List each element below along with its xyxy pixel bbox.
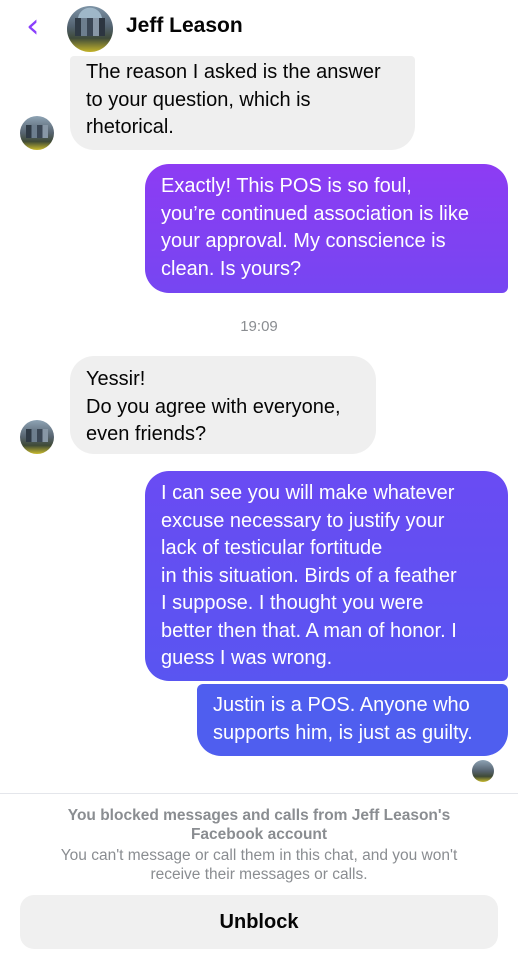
back-chevron-icon[interactable]: ‹ <box>26 9 50 43</box>
contact-avatar[interactable] <box>67 6 113 52</box>
sender-avatar <box>20 420 54 454</box>
outgoing-message[interactable]: Exactly! This POS is so foul, you’re con… <box>145 164 508 293</box>
blocked-notice-subtitle: You can't message or call them in this c… <box>60 847 458 883</box>
incoming-message[interactable]: The reason I asked is the answer to your… <box>70 56 415 150</box>
outgoing-message[interactable]: I can see you will make whatever excuse … <box>145 471 508 681</box>
outgoing-message[interactable]: Justin is a POS. Anyone who supports him… <box>197 684 508 756</box>
sender-avatar <box>20 116 54 150</box>
divider <box>0 793 518 794</box>
chat-header: ‹ Jeff Leason <box>0 0 518 56</box>
contact-name[interactable]: Jeff Leason <box>126 14 243 38</box>
read-receipt-avatar <box>472 760 494 782</box>
unblock-button[interactable]: Unblock <box>20 895 498 949</box>
incoming-message[interactable]: Yessir! Do you agree with everyone, even… <box>70 356 376 454</box>
message-timestamp: 19:09 <box>240 318 278 335</box>
blocked-notice-title: You blocked messages and calls from Jeff… <box>67 807 451 843</box>
